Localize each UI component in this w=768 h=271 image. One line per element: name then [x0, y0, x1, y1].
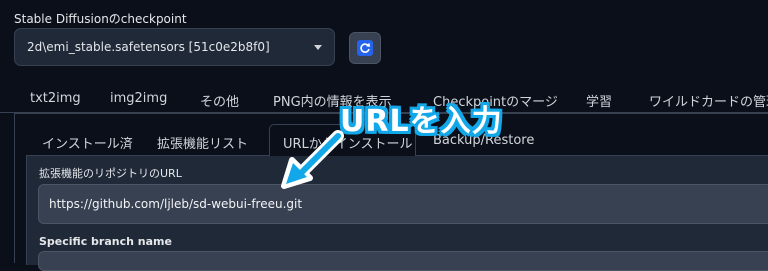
arrow-icon	[281, 130, 344, 189]
url-field-label: 拡張機能のリポジトリのURL	[39, 167, 182, 180]
subtab-installed[interactable]: インストール済	[42, 133, 133, 152]
tab-wildcards[interactable]: ワイルドカードの管理	[649, 91, 768, 110]
tab-img2img[interactable]: img2img	[110, 91, 167, 106]
tab-txt2img[interactable]: txt2img	[30, 91, 81, 106]
checkpoint-select[interactable]: 2d\emi_stable.safetensors [51c0e2b8f0]	[14, 28, 335, 66]
subtab-available[interactable]: 拡張機能リスト	[157, 133, 248, 152]
tab-extras[interactable]: その他	[200, 91, 239, 110]
url-input[interactable]: https://github.com/ljleb/sd-webui-freeu.…	[38, 184, 768, 224]
checkpoint-label: Stable Diffusionのcheckpoint	[14, 12, 187, 26]
checkpoint-select-value: 2d\emi_stable.safetensors [51c0e2b8f0]	[27, 40, 270, 54]
tab-train[interactable]: 学習	[586, 91, 612, 110]
chevron-down-icon	[314, 44, 322, 50]
refresh-button[interactable]	[349, 32, 381, 64]
branch-field-label: Specific branch name	[39, 235, 172, 248]
branch-input[interactable]	[38, 251, 768, 271]
refresh-icon	[357, 40, 373, 56]
annotation-callout: URLを入力	[340, 104, 503, 139]
